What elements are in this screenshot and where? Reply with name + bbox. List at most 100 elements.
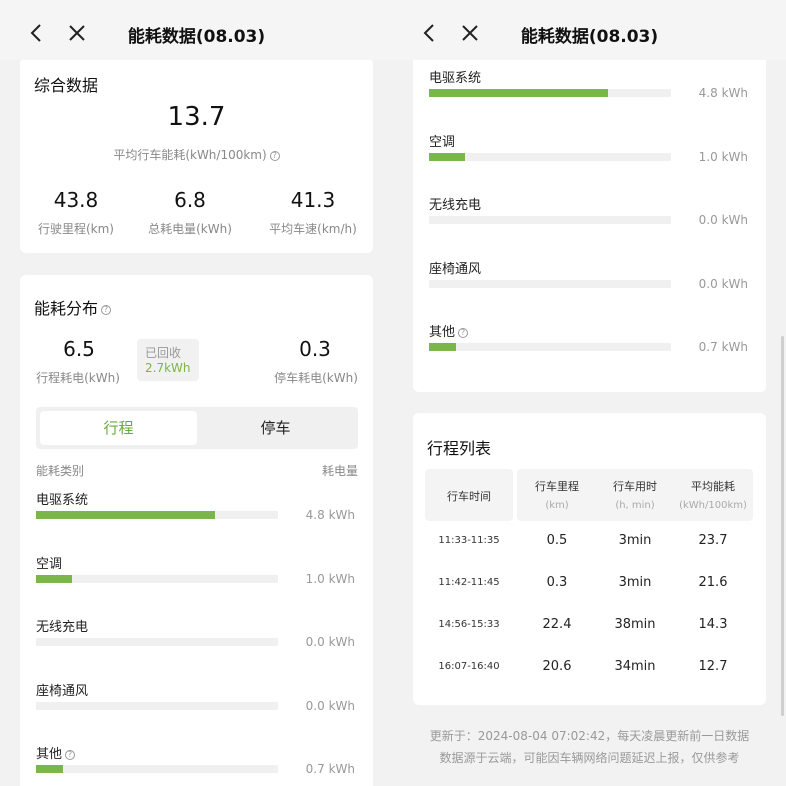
category-label: 电驱系统 <box>36 489 88 508</box>
category-value: 0.0 kWh <box>698 276 748 291</box>
right-screen: 电驱系统 4.8 kWh 空调 1.0 kWh 无线充电 0.0 kWh 座椅通风 0.0 k… <box>393 0 786 786</box>
nav-bar: 能耗数据(08.03) <box>393 0 786 60</box>
header-main-label: 行车里程 <box>535 480 579 493</box>
total-energy-label: 总耗电量(kWh) <box>148 222 232 236</box>
category-label: 其他? <box>36 743 76 762</box>
left-screen: 能耗数据(08.03) 综合数据 13.7 平均行车能耗(kWh/100km)?… <box>0 0 393 786</box>
category-bar-track <box>36 638 278 646</box>
mileage-value: 43.8 <box>53 188 99 212</box>
category-value: 1.0 kWh <box>698 149 748 164</box>
category-bar-track <box>36 701 278 710</box>
category-bar-fill <box>36 511 216 519</box>
tab-parking[interactable]: 停车 <box>197 411 354 445</box>
avg-speed-label: 平均车速(km/h) <box>269 222 357 236</box>
category-bar-track <box>36 511 278 519</box>
category-label: 其他? <box>429 321 469 340</box>
category-label: 座椅通风 <box>429 258 481 277</box>
category-label: 座椅通风 <box>36 680 88 699</box>
avg-consumption-label: 平均行车能耗(kWh/100km)? <box>20 146 373 163</box>
category-bar-fill <box>429 89 609 97</box>
category-name: 空调 <box>429 134 456 150</box>
category-bar-track <box>36 765 278 773</box>
category-name: 座椅通风 <box>429 261 482 277</box>
help-icon[interactable]: ? <box>458 327 469 338</box>
summary-card: 综合数据 13.7 平均行车能耗(kWh/100km)? 43.8 行驶里程(k… <box>20 58 373 253</box>
header-main-label: 平均能耗 <box>691 480 735 493</box>
driving-consumption-value: 6.5 <box>63 337 95 361</box>
tab-group: 行程 停车 <box>36 407 358 449</box>
trip-avg-consumption-cell: 14.3 <box>698 617 728 632</box>
trip-distance-cell: 0.5 <box>546 533 568 548</box>
category-value: 0.7 kWh <box>305 762 355 776</box>
recovered-badge: 已回收 2.7kWh <box>137 339 199 381</box>
avg-speed-value: 41.3 <box>290 188 336 212</box>
header-main-label: 行车用时 <box>613 480 657 493</box>
category-bar-track <box>36 574 278 583</box>
parking-consumption-value: 0.3 <box>299 337 331 361</box>
avg-consumption-label-text: 平均行车能耗(kWh/100km) <box>113 148 267 162</box>
trip-avg-consumption-cell: 23.7 <box>698 533 728 548</box>
trip-duration-cell: 3min <box>618 533 652 548</box>
trip-time-cell: 11:42-11:45 <box>438 577 500 588</box>
distribution-card: 能耗分布? 6.5 行程耗电(kWh) 已回收 2.7kWh 0.3 停车耗电(… <box>20 275 373 786</box>
consumption-header: 耗电量 <box>321 464 358 478</box>
trip-time-cell: 14:56-15:33 <box>438 619 500 630</box>
recovered-value: 2.7kWh <box>145 361 191 375</box>
footer-update-note: 更新于：2024-08-04 07:02:42，每天凌晨更新前一日数据 <box>429 729 750 743</box>
trip-distance-cell: 22.4 <box>542 617 572 632</box>
trip-distance-cell: 20.6 <box>542 659 572 674</box>
category-label: 空调 <box>429 131 455 150</box>
header-distance: 行车里程 (km) <box>517 478 597 511</box>
category-value: 4.8 kWh <box>698 86 748 100</box>
category-name: 电驱系统 <box>36 493 89 508</box>
trip-duration-cell: 34min <box>614 659 656 674</box>
category-name: 其他 <box>429 325 456 340</box>
header-unit-label: (km) <box>545 500 569 511</box>
category-label: 空调 <box>36 553 62 572</box>
parking-consumption-label: 停车耗电(kWh) <box>274 371 358 385</box>
trip-time-cell: 16:07-16:40 <box>438 661 500 672</box>
recovered-label: 已回收 <box>145 346 182 360</box>
nav-bar: 能耗数据(08.03) <box>0 0 393 60</box>
trip-time-cell: 11:33-11:35 <box>438 535 500 546</box>
category-name: 电驱系统 <box>429 71 482 86</box>
summary-title: 综合数据 <box>34 76 99 95</box>
distribution-title-text: 能耗分布 <box>34 299 99 318</box>
mileage-label: 行驶里程(km) <box>37 222 114 236</box>
category-bar-track <box>429 279 671 288</box>
category-name: 空调 <box>36 556 63 572</box>
header-main-label: 行车时间 <box>447 490 491 503</box>
category-value: 0.0 kWh <box>698 213 748 227</box>
help-icon[interactable]: ? <box>269 150 280 161</box>
category-label: 电驱系统 <box>429 67 481 86</box>
category-bar-track <box>429 152 671 161</box>
category-value: 0.0 kWh <box>305 698 355 713</box>
category-value: 0.7 kWh <box>698 340 748 354</box>
category-bar-track <box>429 216 671 224</box>
category-value: 4.8 kWh <box>305 508 355 522</box>
category-bar-fill <box>36 765 63 773</box>
trip-avg-consumption-cell: 21.6 <box>698 575 728 590</box>
category-name: 无线充电 <box>429 198 482 213</box>
trip-avg-consumption-cell: 12.7 <box>698 659 728 674</box>
help-icon[interactable]: ? <box>65 749 76 760</box>
category-name: 无线充电 <box>36 620 89 635</box>
category-label: 无线充电 <box>36 616 88 635</box>
scrollbar[interactable] <box>781 336 784 716</box>
distribution-title: 能耗分布? <box>34 295 112 319</box>
page-title: 能耗数据(08.03) <box>520 27 659 47</box>
category-bar-fill <box>429 343 456 351</box>
category-label: 无线充电 <box>429 194 481 213</box>
help-icon[interactable]: ? <box>101 304 112 315</box>
page-title: 能耗数据(08.03) <box>127 27 266 47</box>
trip-distance-cell: 0.3 <box>546 575 568 590</box>
trip-list-card: 行程列表 行车时间 行车里程 (km) 行车用时 (h, min) 平均能耗 (… <box>413 413 766 705</box>
trip-list-title: 行程列表 <box>427 439 492 458</box>
distribution-card-scrolled: 电驱系统 4.8 kWh 空调 1.0 kWh 无线充电 0.0 kWh 座椅通风 0.0 k… <box>413 30 766 392</box>
driving-consumption-label: 行程耗电(kWh) <box>36 371 120 385</box>
category-header: 能耗类别 <box>36 464 85 478</box>
footer-source-note: 数据源于云端，可能因车辆网络问题延迟上报，仅供参考 <box>439 751 740 765</box>
tab-trip[interactable]: 行程 <box>40 411 197 445</box>
header-avg-consumption: 平均能耗 (kWh/100km) <box>673 478 753 511</box>
header-unit-label: (h, min) <box>615 500 655 511</box>
